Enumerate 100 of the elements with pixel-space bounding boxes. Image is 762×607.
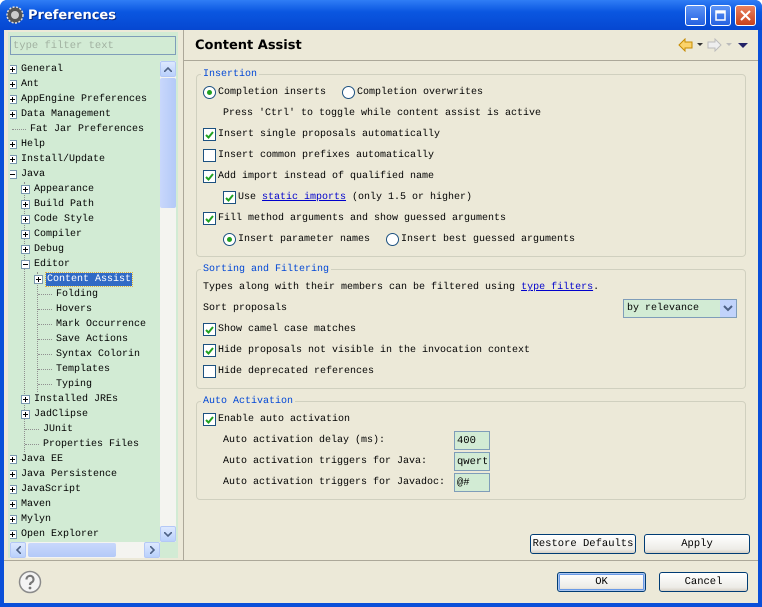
tree-item[interactable]: Data Management (20, 108, 112, 121)
expand-icon[interactable] (21, 410, 30, 419)
tree-item[interactable]: JavaScript (20, 483, 82, 496)
expand-icon[interactable] (10, 140, 17, 149)
scroll-right-icon[interactable] (150, 546, 154, 554)
minimize-button[interactable] (685, 4, 706, 26)
expand-icon[interactable] (10, 155, 17, 164)
expand-icon[interactable] (21, 185, 30, 194)
expand-icon[interactable] (34, 275, 43, 284)
tree-item[interactable]: Templates (55, 363, 112, 376)
tree-item[interactable]: Syntax Colorin (55, 348, 142, 361)
expand-icon[interactable] (21, 230, 30, 239)
expand-icon[interactable] (21, 215, 30, 224)
tree-item[interactable]: AppEngine Preferences (20, 93, 148, 106)
checkbox[interactable] (203, 344, 216, 357)
tree-item[interactable]: Save Actions (55, 333, 130, 346)
expand-icon[interactable] (10, 80, 17, 89)
expand-icon[interactable] (10, 455, 17, 464)
checkbox[interactable] (203, 170, 216, 183)
dialog-button[interactable]: Cancel (659, 572, 748, 592)
page-button[interactable]: Restore Defaults (530, 534, 636, 554)
scroll-left-icon[interactable] (16, 546, 20, 554)
tree-item[interactable]: Java (20, 168, 46, 181)
close-button[interactable] (735, 4, 756, 26)
tree-item[interactable]: Folding (55, 288, 100, 301)
scroll-up-icon[interactable] (164, 66, 172, 72)
expand-icon[interactable] (10, 110, 17, 119)
sort-dropdown[interactable]: by relevance (623, 299, 737, 318)
dialog-button[interactable]: OK (557, 572, 646, 592)
static-imports-link[interactable]: static imports (262, 192, 346, 203)
expand-icon[interactable] (21, 200, 30, 209)
radio-label: Completion inserts (218, 87, 326, 98)
expand-icon[interactable] (10, 470, 17, 479)
tree-item[interactable]: Build Path (33, 198, 96, 211)
collapse-icon[interactable] (10, 170, 17, 179)
back-arrow-icon[interactable] (678, 38, 704, 52)
checkbox-label: Use static imports (only 1.5 or higher) (238, 192, 472, 203)
checkbox[interactable] (203, 365, 216, 378)
radio-button[interactable] (203, 86, 216, 99)
minimize-icon (690, 18, 698, 20)
expand-icon[interactable] (10, 500, 17, 509)
tree-item[interactable]: Debug (33, 243, 66, 256)
group-title: Sorting and Filtering (202, 264, 330, 275)
tree-item[interactable]: Help (20, 138, 46, 151)
tree-item[interactable]: Fat Jar Preferences (29, 123, 146, 136)
expand-icon[interactable] (10, 515, 17, 524)
checkbox-label: Hide proposals not visible in the invocation context (218, 345, 530, 356)
radio-label: Insert parameter names (238, 234, 370, 245)
page-button[interactable]: Apply (644, 534, 750, 554)
radio-button[interactable] (386, 233, 400, 246)
input-field[interactable]: @# (454, 473, 490, 492)
expand-icon[interactable] (21, 395, 30, 404)
tree-item[interactable]: JUnit (42, 423, 74, 436)
checkbox[interactable] (203, 128, 216, 141)
help-icon[interactable] (18, 570, 42, 594)
tree-item[interactable]: Hovers (55, 303, 94, 316)
tree-item[interactable]: Java EE (20, 453, 64, 466)
tree-item[interactable]: Ant (20, 78, 40, 91)
tree-item[interactable]: Appearance (33, 183, 96, 196)
radio-label: Completion overwrites (357, 87, 484, 98)
expand-icon[interactable] (10, 530, 17, 539)
tree-item[interactable]: Installed JREs (33, 393, 120, 406)
tree-item[interactable]: Editor (33, 258, 72, 271)
horizontal-scrollbar[interactable] (10, 542, 160, 558)
checkbox[interactable] (203, 212, 216, 225)
tree-item[interactable]: General (20, 63, 64, 76)
radio-button[interactable] (342, 86, 356, 99)
radio-button[interactable] (223, 233, 236, 246)
checkbox[interactable] (203, 323, 216, 336)
expand-icon[interactable] (21, 245, 30, 254)
tree-item[interactable]: Mark Occurrence (55, 318, 148, 331)
checkbox[interactable] (203, 149, 216, 162)
expand-icon[interactable] (10, 95, 17, 104)
input-field[interactable]: qwert (454, 452, 490, 471)
tree-item[interactable]: Code Style (33, 213, 96, 226)
expand-icon[interactable] (10, 65, 17, 74)
tree-item[interactable]: Content Assist (46, 273, 132, 286)
tree-item[interactable]: Open Explorer (20, 528, 100, 541)
type-filters-link[interactable]: type filters (521, 282, 594, 293)
checkbox-label: Insert single proposals automatically (218, 129, 440, 140)
tree-item[interactable]: Typing (55, 378, 94, 391)
checkbox[interactable] (223, 191, 236, 204)
tree-item[interactable]: Java Persistence (20, 468, 118, 481)
collapse-icon[interactable] (21, 260, 30, 269)
tree-item[interactable]: Properties Files (42, 438, 140, 451)
field-label: Auto activation triggers for Javadoc: (223, 477, 446, 488)
tree-item[interactable]: Compiler (33, 228, 84, 241)
input-field[interactable]: 400 (454, 431, 490, 450)
checkbox-label: Insert common prefixes automatically (218, 150, 434, 161)
checkbox[interactable] (203, 413, 216, 426)
tree-item[interactable]: JadClipse (33, 408, 90, 421)
vertical-scrollbar[interactable] (160, 61, 176, 542)
expand-icon[interactable] (10, 485, 17, 494)
checkbox-label: Hide deprecated references (218, 366, 374, 377)
maximize-button[interactable] (710, 4, 731, 26)
scroll-down-icon[interactable] (164, 532, 172, 536)
filter-field[interactable]: type filter text (10, 36, 176, 55)
tree-item[interactable]: Install/Update (20, 153, 106, 166)
tree-item[interactable]: Maven (20, 498, 52, 511)
tree-item[interactable]: Mylyn (20, 513, 52, 526)
